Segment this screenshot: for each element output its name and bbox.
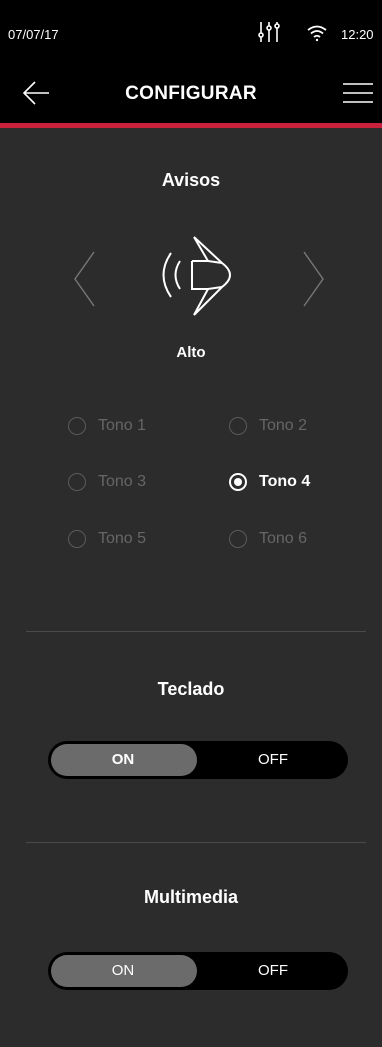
toggle-on-label[interactable]: ON <box>48 952 198 990</box>
radio-button[interactable] <box>229 417 247 435</box>
radio-button[interactable] <box>68 473 86 491</box>
section-divider <box>26 631 366 632</box>
radio-button[interactable] <box>68 417 86 435</box>
chevron-left-icon[interactable] <box>72 250 98 313</box>
tone-option-4[interactable]: Tono 4 <box>229 473 310 491</box>
tone-option-3[interactable]: Tono 3 <box>68 473 146 491</box>
tone-option-1[interactable]: Tono 1 <box>68 417 146 435</box>
status-bar: 07/07/17 12:20 <box>0 0 382 64</box>
equalizer-icon <box>257 20 281 47</box>
status-time: 12:20 <box>341 27 374 42</box>
toggle-off-label[interactable]: OFF <box>198 952 348 990</box>
wifi-icon <box>306 24 328 45</box>
keyboard-toggle[interactable]: ON OFF <box>48 741 348 779</box>
tone-label: Tono 3 <box>98 473 147 490</box>
speaker-volume-icon <box>158 233 240 322</box>
hamburger-menu-icon[interactable] <box>343 81 373 110</box>
volume-level-label: Alto <box>176 344 206 361</box>
tone-label: Tono 2 <box>259 417 308 434</box>
header-accent-bar <box>0 123 382 128</box>
tone-option-5[interactable]: Tono 5 <box>68 530 146 548</box>
tone-label: Tono 4 <box>259 473 311 490</box>
multimedia-title: Multimedia <box>143 887 238 907</box>
radio-button[interactable] <box>68 530 86 548</box>
toggle-off-label[interactable]: OFF <box>198 741 348 779</box>
tone-option-6[interactable]: Tono 6 <box>229 530 307 548</box>
tone-option-2[interactable]: Tono 2 <box>229 417 307 435</box>
section-divider <box>26 842 366 843</box>
chevron-right-icon[interactable] <box>300 250 326 313</box>
radio-button-selected[interactable] <box>229 473 247 491</box>
app-bar: CONFIGURAR <box>0 64 382 124</box>
alerts-title: Avisos <box>161 170 221 190</box>
tone-label: Tono 5 <box>98 530 147 547</box>
multimedia-toggle[interactable]: ON OFF <box>48 952 348 990</box>
keyboard-title: Teclado <box>157 679 225 699</box>
tone-label: Tono 6 <box>259 530 308 547</box>
status-date: 07/07/17 <box>8 27 59 42</box>
toggle-on-label[interactable]: ON <box>48 741 198 779</box>
page-title: CONFIGURAR <box>125 83 257 104</box>
radio-button[interactable] <box>229 530 247 548</box>
tone-label: Tono 1 <box>98 417 147 434</box>
